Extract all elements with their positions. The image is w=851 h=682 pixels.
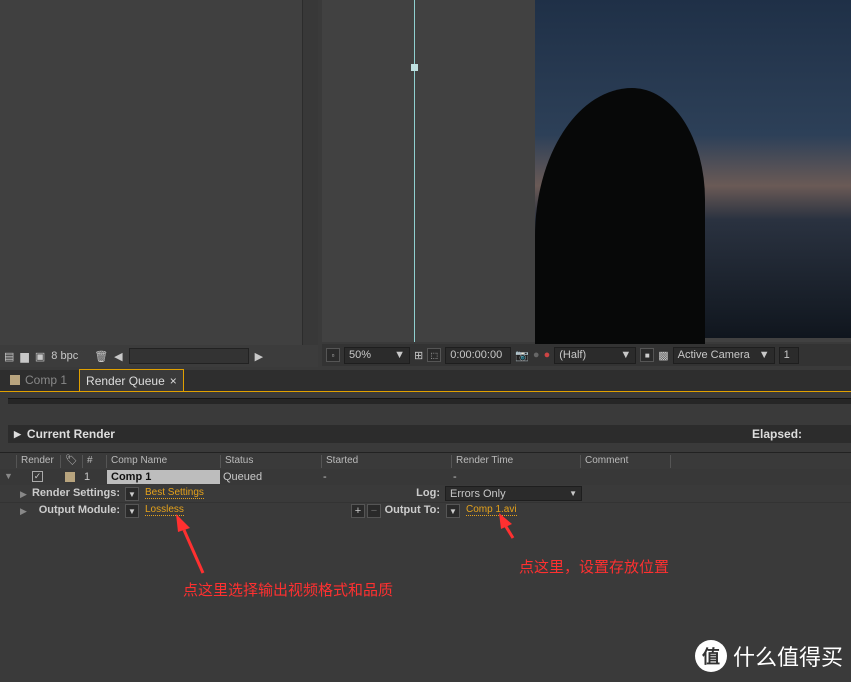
annotation-right: 点这里，设置存放位置 (519, 559, 670, 576)
arrow-to-output-to (499, 513, 515, 539)
watermark-text: 什么值得买 (732, 645, 843, 670)
annotation-left: 点这里选择输出视频格式和品质 (183, 582, 394, 599)
annotation-arrows (176, 513, 515, 574)
watermark: 值 什么值得买 (694, 640, 843, 672)
watermark-logo: 值 (694, 640, 727, 672)
arrow-to-output-module (176, 514, 205, 574)
